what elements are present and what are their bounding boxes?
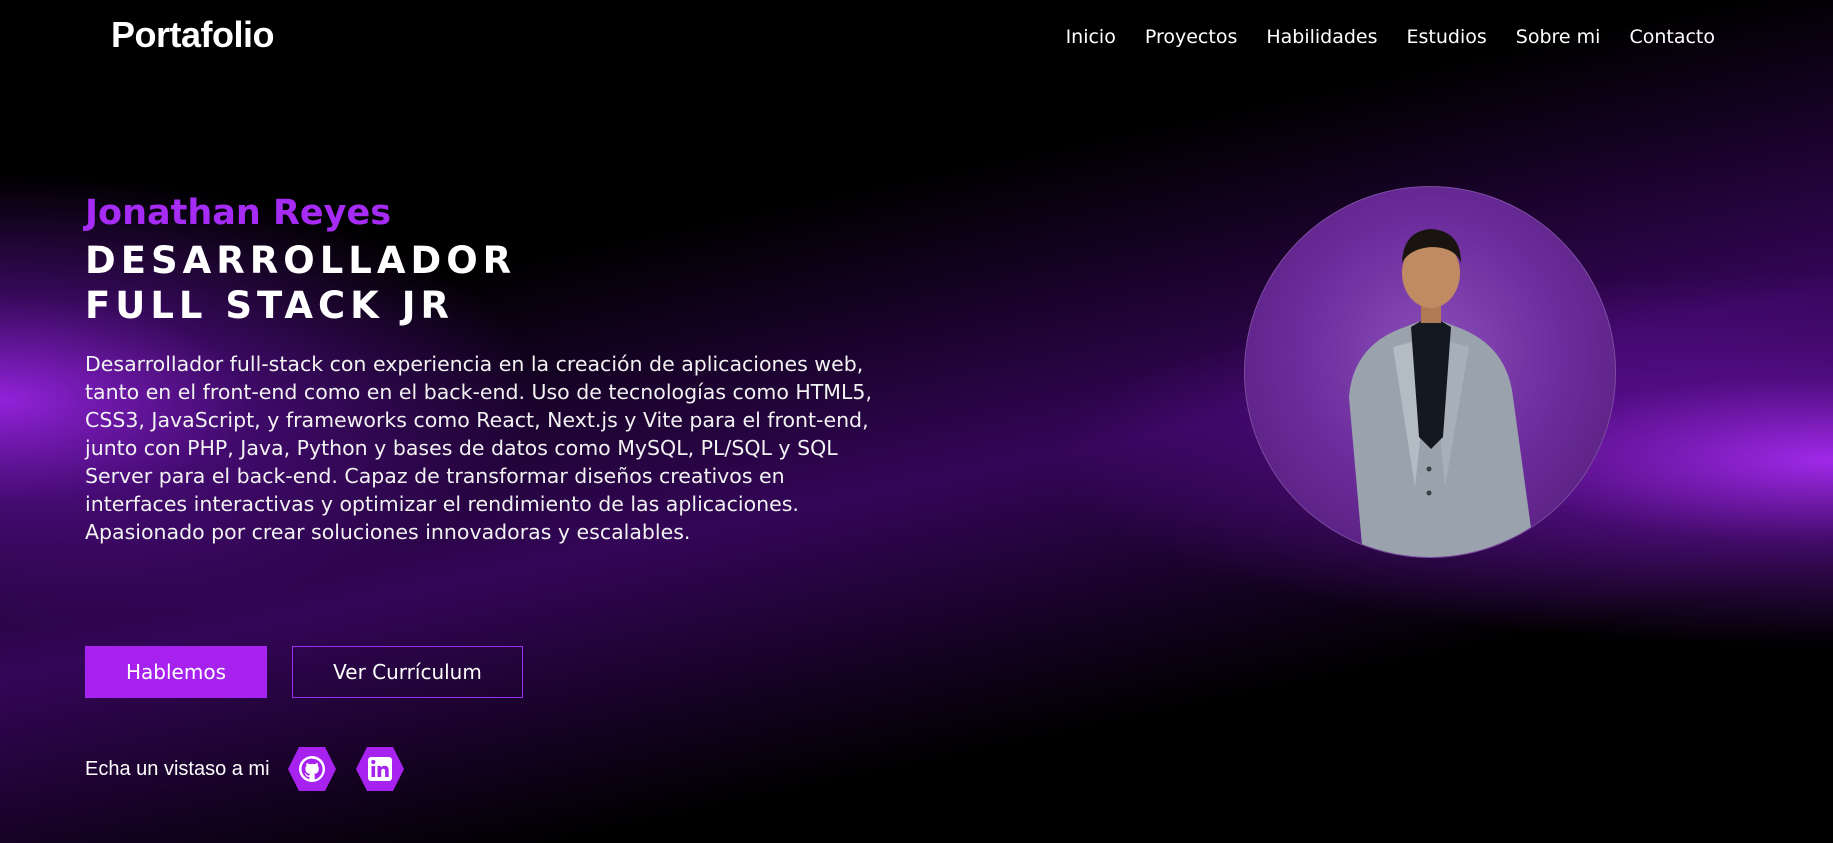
nav-link-inicio[interactable]: Inicio <box>1066 26 1116 48</box>
hero-role: DESARROLLADOR FULL STACK JR <box>85 238 885 328</box>
profile-photo <box>1244 186 1616 558</box>
hero-buttons: Hablemos Ver Currículum <box>85 646 523 698</box>
github-icon[interactable] <box>287 746 337 792</box>
logo[interactable]: Portafolio <box>111 14 275 56</box>
linkedin-icon[interactable] <box>355 746 405 792</box>
hablemos-button[interactable]: Hablemos <box>85 646 267 698</box>
nav-links: Inicio Proyectos Habilidades Estudios So… <box>1066 26 1715 48</box>
hero-section: Jonathan Reyes DESARROLLADOR FULL STACK … <box>85 190 885 546</box>
hero-role-line-1: DESARROLLADOR <box>85 239 517 282</box>
social-label: Echa un vistaso a mi <box>85 757 270 780</box>
social-links: Echa un vistaso a mi <box>85 746 423 792</box>
hero-description: Desarrollador full-stack con experiencia… <box>85 352 872 544</box>
hero-name: Jonathan Reyes <box>85 193 392 233</box>
person-illustration <box>1349 229 1535 557</box>
nav-link-habilidades[interactable]: Habilidades <box>1266 26 1377 48</box>
ver-curriculum-button[interactable]: Ver Currículum <box>292 646 523 698</box>
nav-link-sobre-mi[interactable]: Sobre mi <box>1516 26 1601 48</box>
nav-link-estudios[interactable]: Estudios <box>1407 26 1487 48</box>
navbar: Portafolio Inicio Proyectos Habilidades … <box>0 0 1833 76</box>
nav-link-contacto[interactable]: Contacto <box>1629 26 1715 48</box>
nav-link-proyectos[interactable]: Proyectos <box>1145 26 1238 48</box>
hero-role-line-2: FULL STACK JR <box>85 284 454 327</box>
